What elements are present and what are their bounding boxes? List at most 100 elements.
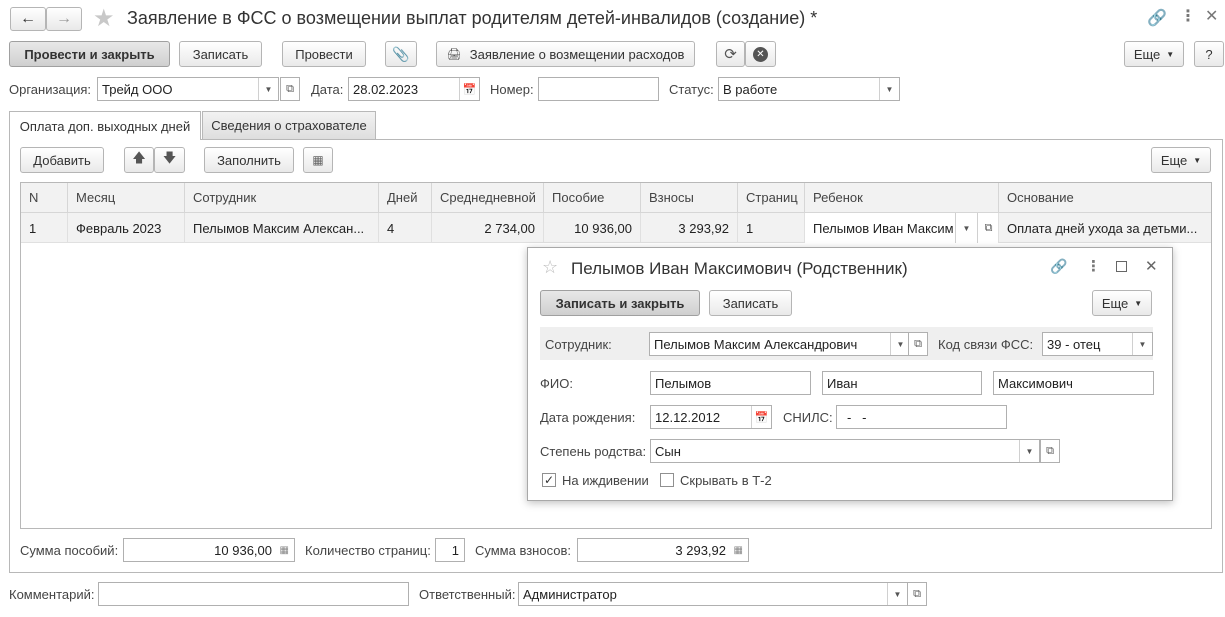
dialog-link-icon[interactable]: 🔗 [1050,258,1067,275]
dependent-label: На иждивении [562,473,649,488]
status-field[interactable]: В работе ▼ [718,77,900,101]
print-button[interactable]: 🖨 Заявление о возмещении расходов [436,41,695,67]
open-responsible-button[interactable]: ⧉ [907,582,927,606]
save-button[interactable]: Записать [179,41,262,67]
dropdown-arrow-icon[interactable]: ▼ [879,78,899,100]
dialog-more-dots-icon[interactable]: ⋮ [1086,257,1101,275]
middle-name-value: Максимович [998,375,1073,391]
dialog-maximize-icon[interactable] [1116,261,1127,272]
back-button[interactable]: ← [10,7,46,31]
snils-field[interactable]: - - [836,405,1007,429]
dialog-save-button[interactable]: Записать [709,290,792,316]
add-row-button[interactable]: Добавить [20,147,104,173]
forward-button[interactable]: → [46,7,82,31]
col-basis[interactable]: Основание [999,183,1211,212]
tab-insurer-info[interactable]: Сведения о страхователе [202,111,376,139]
cell-pages: 1 [738,213,805,243]
first-name-value: Иван [827,375,858,391]
responsible-field[interactable]: Администратор ▼ [518,582,908,606]
cancel-button[interactable]: ✕ [745,41,776,67]
date-field[interactable]: 28.02.2023 📅 [348,77,480,101]
cell-child[interactable]: Пелымов Иван Максим ▼ ⧉ [805,213,999,243]
move-up-button[interactable]: 🡅 [124,147,154,173]
col-employee[interactable]: Сотрудник [185,183,379,212]
last-name-field[interactable]: Пелымов [650,371,811,395]
tab-extra-days[interactable]: Оплата доп. выходных дней [9,111,201,140]
employee-label: Сотрудник: [545,337,612,352]
table-more-label: Еще [1160,152,1188,168]
col-child[interactable]: Ребенок [805,183,999,212]
fill-button[interactable]: Заполнить [204,147,294,173]
table-more-button[interactable]: Еще ▼ [1151,147,1211,173]
snils-value: - - [847,409,867,425]
hide-t2-checkbox[interactable] [660,473,674,487]
open-employee-button[interactable]: ⧉ [908,332,928,356]
cancel-circle-icon: ✕ [753,46,768,62]
hide-t2-label: Скрывать в Т-2 [680,473,772,488]
calendar-icon[interactable]: 📅 [459,78,479,100]
relation-field[interactable]: Сын ▼ [650,439,1040,463]
relation-label: Степень родства: [540,444,647,459]
number-field[interactable] [538,77,659,101]
snils-label: СНИЛС: [783,410,833,425]
col-days[interactable]: Дней [379,183,432,212]
responsible-value: Администратор [523,586,617,602]
employee-field[interactable]: Пелымов Максим Александрович ▼ [649,332,911,356]
paperclip-icon: 📎 [392,45,410,62]
post-button[interactable]: Провести [282,41,366,67]
dropdown-arrow-icon[interactable]: ▼ [890,333,910,355]
favorite-star-icon[interactable]: ★ [93,4,115,33]
cell-employee: Пелымов Максим Алексан... [185,213,379,243]
dialog-save-close-button[interactable]: Записать и закрыть [540,290,700,316]
open-icon: ⧉ [1046,444,1054,457]
arrow-left-icon: ← [20,10,36,27]
col-contrib[interactable]: Взносы [641,183,738,212]
tab-panel-topline [201,139,1223,140]
table-settings-button[interactable]: ▦ [303,147,333,173]
more-button[interactable]: Еще ▼ [1124,41,1184,67]
col-month[interactable]: Месяц [68,183,185,212]
relation-value: Сын [655,443,681,459]
relative-dialog: ☆ Пелымов Иван Максимович (Родственник) … [527,247,1173,501]
fss-code-field[interactable]: 39 - отец ▼ [1042,332,1153,356]
table-row[interactable]: 1 Февраль 2023 Пелымов Максим Алексан...… [21,213,1211,243]
post-and-close-button[interactable]: Провести и закрыть [9,41,170,67]
number-label: Номер: [490,82,534,97]
dropdown-arrow-icon[interactable]: ▼ [955,213,977,243]
col-n[interactable]: N [21,183,68,212]
dropdown-arrow-icon[interactable]: ▼ [887,583,907,605]
close-icon[interactable]: ✕ [1205,6,1218,26]
calendar-icon[interactable]: 📅 [751,406,771,428]
move-down-button[interactable]: 🡇 [154,147,185,173]
benefits-total-label: Сумма пособий: [20,543,119,558]
open-relation-button[interactable]: ⧉ [1040,439,1060,463]
open-icon[interactable]: ⧉ [977,213,998,243]
refresh-button[interactable]: ⟳ [716,41,745,67]
arrow-right-icon: → [56,10,72,27]
col-benefit[interactable]: Пособие [544,183,641,212]
pages-total-field: 1 [435,538,465,562]
comment-field[interactable] [98,582,409,606]
dialog-star-icon[interactable]: ☆ [542,257,558,278]
dependent-checkbox[interactable]: ✓ [542,473,556,487]
link-icon[interactable]: 🔗 [1147,8,1167,28]
first-name-field[interactable]: Иван [822,371,982,395]
open-org-button[interactable]: ⧉ [280,77,300,101]
col-avg-daily[interactable]: Среднедневной [432,183,544,212]
dialog-close-icon[interactable]: ✕ [1145,257,1158,275]
attach-button[interactable]: 📎 [385,41,417,67]
help-button[interactable]: ? [1194,41,1224,67]
dropdown-arrow-icon[interactable]: ▼ [1132,333,1152,355]
dialog-more-button[interactable]: Еще ▼ [1092,290,1152,316]
org-field[interactable]: Трейд ООО ▼ [97,77,279,101]
birth-date-field[interactable]: 12.12.2012 📅 [650,405,772,429]
benefits-total-field: 10 936,00 ▦ [123,538,295,562]
more-dots-icon[interactable]: ⋮ [1180,6,1196,26]
refresh-icon: ⟳ [724,46,737,63]
col-pages[interactable]: Страниц [738,183,805,212]
arrow-down-icon: 🡇 [162,150,177,165]
dropdown-arrow-icon[interactable]: ▼ [258,78,278,100]
dropdown-arrow-icon[interactable]: ▼ [1019,440,1039,462]
middle-name-field[interactable]: Максимович [993,371,1154,395]
fio-label: ФИО: [540,376,573,391]
